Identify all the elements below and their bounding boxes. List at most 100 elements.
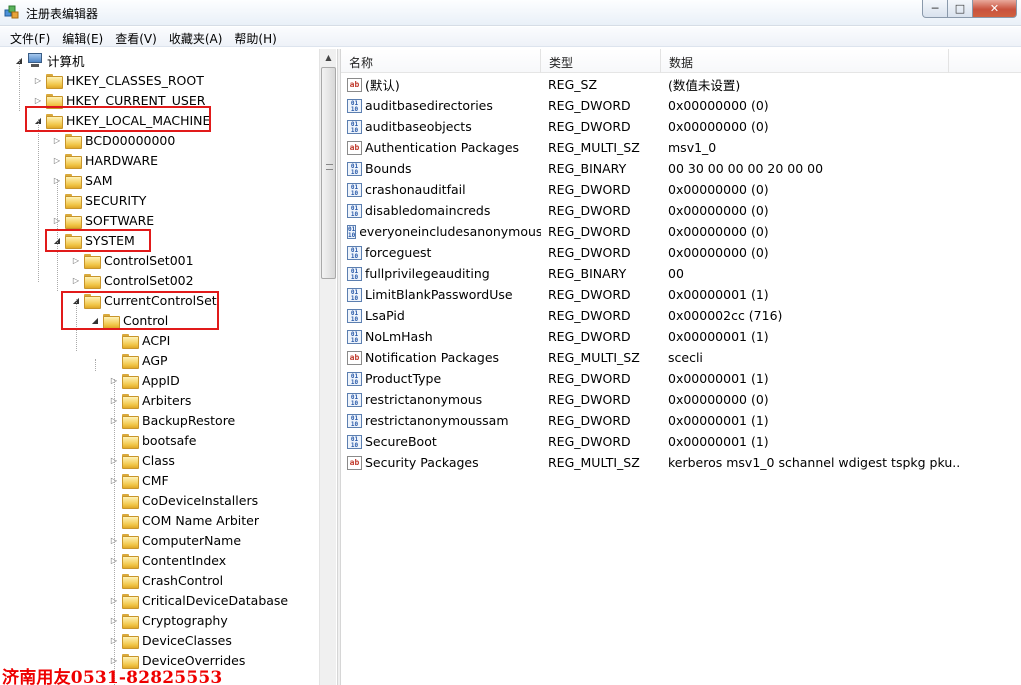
value-row[interactable]: ab Notification Packages REG_MULTI_SZ scecl…	[341, 347, 961, 368]
value-row[interactable]: 01 10 restrictanonymoussam REG_DWORD 0x00000…	[341, 410, 961, 431]
value-name: restrictanonymous	[365, 392, 483, 407]
expand-arrow-icon[interactable]: ▷	[52, 135, 62, 145]
value-row[interactable]: ab (默认) REG_SZ (数值未设置)	[341, 74, 961, 95]
value-data: 0x00000001 (1)	[668, 371, 769, 386]
expand-arrow-icon[interactable]: ▷	[71, 275, 81, 285]
value-row[interactable]: 01 10 Bounds REG_BINARY 00 30 00 00 00 20 00…	[341, 158, 961, 179]
value-row[interactable]: ab Security Packages REG_MULTI_SZ kerberos …	[341, 452, 961, 473]
tree-node[interactable]: ▷ SOFTWARE	[52, 210, 154, 230]
value-name-cell: 01 10 ProductType	[341, 371, 541, 386]
value-type: REG_DWORD	[548, 413, 631, 428]
value-row[interactable]: 01 10 LimitBlankPasswordUse REG_DWORD 0x0000…	[341, 284, 961, 305]
value-row[interactable]: 01 10 NoLmHash REG_DWORD 0x00000001 (1)	[341, 326, 961, 347]
tree-node[interactable]: ▷ AppID	[109, 370, 180, 390]
column-header-data[interactable]: 数据	[661, 49, 949, 73]
tree-node[interactable]: ▷ CriticalDeviceDatabase	[109, 590, 288, 610]
value-name: auditbasedirectories	[365, 98, 493, 113]
folder-icon	[122, 473, 139, 489]
column-header-type[interactable]: 类型	[541, 49, 661, 73]
column-header-name[interactable]: 名称	[341, 49, 541, 73]
tree-node-label: Arbiters	[142, 392, 192, 408]
watermark: 济南用友0531-82825553	[2, 668, 223, 685]
highlight-box-currentcontrolset	[61, 291, 219, 330]
maximize-button[interactable]: □	[948, 0, 973, 18]
tree-node-label: AGP	[142, 352, 168, 368]
tree-node[interactable]: SECURITY	[52, 190, 146, 210]
tree-node-label: CMF	[142, 472, 169, 488]
binary-value-icon: 01 10	[347, 98, 362, 113]
scrollbar-thumb[interactable]	[321, 67, 336, 279]
value-row[interactable]: 01 10 auditbasedirectories REG_DWORD 0x00000…	[341, 95, 961, 116]
tree-node-label: SECURITY	[85, 192, 147, 208]
title-bar: 注册表编辑器 ─ □ ✕	[0, 0, 1021, 26]
value-type: REG_MULTI_SZ	[548, 140, 640, 155]
expand-arrow-icon[interactable]: ▷	[71, 255, 81, 265]
tree-node[interactable]: ▷ Arbiters	[109, 390, 191, 410]
value-row[interactable]: 01 10 LsaPid REG_DWORD 0x000002cc (716)	[341, 305, 961, 326]
tree-node-label: bootsafe	[142, 432, 197, 448]
close-button[interactable]: ✕	[973, 0, 1017, 18]
value-name-cell: ab Notification Packages	[341, 350, 541, 365]
tree-node[interactable]: ▷ Class	[109, 450, 175, 470]
folder-icon	[122, 593, 139, 609]
tree-node[interactable]: ▷ ComputerName	[109, 530, 241, 550]
expand-arrow-icon[interactable]: ▷	[33, 75, 43, 85]
value-type: REG_DWORD	[548, 98, 631, 113]
tree-node[interactable]: ▷ ContentIndex	[109, 550, 226, 570]
menu-file[interactable]: 文件(F)	[4, 27, 56, 46]
value-row[interactable]: 01 10 ProductType REG_DWORD 0x00000001 (1)	[341, 368, 961, 389]
value-row[interactable]: 01 10 fullprivilegeauditing REG_BINARY 00	[341, 263, 961, 284]
tree-node[interactable]: bootsafe	[109, 430, 196, 450]
tree-node[interactable]: ▷ BackupRestore	[109, 410, 235, 430]
tree-node[interactable]: ▷ CMF	[109, 470, 169, 490]
tree-node-label: DeviceClasses	[142, 632, 232, 648]
value-type: REG_DWORD	[548, 392, 631, 407]
string-value-icon: ab	[347, 140, 362, 155]
tree-node[interactable]: CoDeviceInstallers	[109, 490, 258, 510]
tree-node[interactable]: ACPI	[109, 330, 170, 350]
value-name-cell: 01 10 restrictanonymous	[341, 392, 541, 407]
scroll-up-arrow-icon[interactable]: ▲	[320, 49, 337, 66]
value-name: Authentication Packages	[365, 140, 520, 155]
tree-node[interactable]: AGP	[109, 350, 168, 370]
binary-value-icon: 01 10	[347, 245, 362, 260]
tree-node-label: SOFTWARE	[85, 212, 155, 228]
tree-node[interactable]: ▷ HARDWARE	[52, 150, 158, 170]
tree-scrollbar[interactable]: ▲	[319, 49, 336, 685]
menu-view[interactable]: 查看(V)	[109, 27, 163, 46]
tree-node[interactable]: ▷ BCD00000000	[52, 130, 175, 150]
value-row[interactable]: 01 10 SecureBoot REG_DWORD 0x00000001 (1)	[341, 431, 961, 452]
expand-arrow-icon[interactable]: ▷	[52, 155, 62, 165]
value-row[interactable]: 01 10 restrictanonymous REG_DWORD 0x00000000…	[341, 389, 961, 410]
value-row[interactable]: 01 10 crashonauditfail REG_DWORD 0x00000000 …	[341, 179, 961, 200]
highlight-box-hklm	[25, 106, 211, 132]
expand-arrow-icon[interactable]: ▷	[33, 95, 43, 105]
tree-node[interactable]: ▷ HKEY_CLASSES_ROOT	[33, 70, 204, 90]
menu-edit[interactable]: 编辑(E)	[56, 27, 109, 46]
menu-help[interactable]: 帮助(H)	[228, 27, 282, 46]
value-row[interactable]: 01 10 forceguest REG_DWORD 0x00000000 (0)	[341, 242, 961, 263]
tree-node[interactable]: ◢ 计算机	[14, 50, 85, 70]
menu-favorites[interactable]: 收藏夹(A)	[163, 27, 229, 46]
value-name: auditbaseobjects	[365, 119, 472, 134]
tree-node[interactable]: ▷ DeviceClasses	[109, 630, 232, 650]
list-header: 名称 类型 数据	[341, 49, 1021, 73]
tree-node[interactable]: ▷ Cryptography	[109, 610, 228, 630]
minimize-button[interactable]: ─	[922, 0, 948, 18]
highlight-box-system	[45, 229, 151, 252]
tree-node[interactable]: ▷ ControlSet001	[71, 250, 194, 270]
value-data: msv1_0	[668, 140, 717, 155]
value-data: kerberos msv1_0 schannel wdigest tspkg p…	[668, 455, 961, 470]
value-name-cell: 01 10 Bounds	[341, 161, 541, 176]
value-row[interactable]: 01 10 everyoneincludesanonymous REG_DWORD 0x…	[341, 221, 961, 242]
tree-node[interactable]: ▷ ControlSet002	[71, 270, 194, 290]
tree-node-label: AppID	[142, 372, 180, 388]
tree-node[interactable]: CrashControl	[109, 570, 223, 590]
tree-node[interactable]: ▷ SAM	[52, 170, 113, 190]
tree-node[interactable]: COM Name Arbiter	[109, 510, 259, 530]
value-row[interactable]: 01 10 auditbaseobjects REG_DWORD 0x00000000 …	[341, 116, 961, 137]
value-row[interactable]: ab Authentication Packages REG_MULTI_SZ msv…	[341, 137, 961, 158]
value-row[interactable]: 01 10 disabledomaincreds REG_DWORD 0x0000000…	[341, 200, 961, 221]
